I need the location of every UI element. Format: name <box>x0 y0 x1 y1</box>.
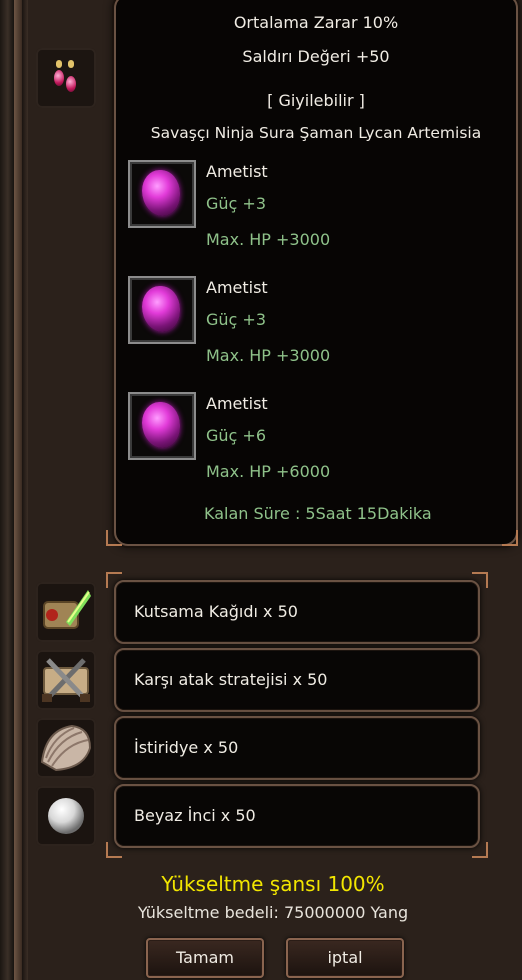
material-row: Beyaz İnci x 50 <box>36 784 486 848</box>
cancel-button[interactable]: iptal <box>286 938 404 978</box>
material-row: Kutsama Kağıdı x 50 <box>36 580 486 644</box>
classes-text: Savaşçı Ninja Sura Şaman Lycan Artemisia <box>150 124 482 142</box>
material-box: Karşı atak stratejisi x 50 <box>114 648 480 712</box>
stone-stat-2: Max. HP +3000 <box>206 230 331 249</box>
bonus-item: Ametist Güç +3 Max. HP +3000 <box>126 272 506 388</box>
frame-ornament <box>472 572 488 588</box>
stone-stat-1: Güç +3 <box>206 310 267 329</box>
white-pearl-icon[interactable] <box>36 786 96 846</box>
blessing-scroll-icon[interactable] <box>36 582 96 642</box>
stone-name: Ametist <box>206 162 268 181</box>
material-box: İstiridye x 50 <box>114 716 480 780</box>
material-box: Beyaz İnci x 50 <box>114 784 480 848</box>
material-label: İstiridye x 50 <box>134 738 239 757</box>
stone-stat-1: Güç +6 <box>206 426 267 445</box>
stone-slot[interactable] <box>128 160 196 228</box>
stone-stat-2: Max. HP +6000 <box>206 462 331 481</box>
frame-ornament <box>472 842 488 858</box>
remaining-time-text: Kalan Süre : 5Saat 15Dakika <box>204 504 432 523</box>
stone-name: Ametist <box>206 278 268 297</box>
background-left <box>0 0 15 980</box>
ok-button[interactable]: Tamam <box>146 938 264 978</box>
amethyst-stone-icon <box>142 402 180 448</box>
average-damage-text: Ortalama Zarar 10% <box>233 13 399 32</box>
amethyst-stone-icon <box>142 170 180 216</box>
bonus-item: Ametist Güç +3 Max. HP +3000 <box>126 156 506 272</box>
stone-slot[interactable] <box>128 392 196 460</box>
frame-ornament <box>106 572 122 588</box>
crossed-swords-scroll-icon[interactable] <box>36 650 96 710</box>
window-left-border <box>14 0 22 980</box>
frame-ornament <box>106 530 122 546</box>
oyster-shell-icon[interactable] <box>36 718 96 778</box>
item-slot[interactable] <box>36 48 96 108</box>
amethyst-stone-icon <box>142 286 180 332</box>
material-row: İstiridye x 50 <box>36 716 486 780</box>
frame-ornament <box>106 842 122 858</box>
material-label: Kutsama Kağıdı x 50 <box>134 602 298 621</box>
stone-stat-1: Güç +3 <box>206 194 267 213</box>
material-box: Kutsama Kağıdı x 50 <box>114 580 480 644</box>
stone-slot[interactable] <box>128 276 196 344</box>
item-tooltip: Ortalama Zarar 10% Saldırı Değeri +50 [ … <box>114 0 518 546</box>
material-label: Beyaz İnci x 50 <box>134 806 256 825</box>
bonus-list: Ametist Güç +3 Max. HP +3000 Ametist Güç… <box>126 156 506 504</box>
material-row: Karşı atak stratejisi x 50 <box>36 648 486 712</box>
bonus-item: Ametist Güç +6 Max. HP +6000 <box>126 388 506 504</box>
attack-value-text: Saldırı Değeri +50 <box>242 47 390 66</box>
upgrade-chance-text: Yükseltme şansı 100% <box>161 872 385 896</box>
wearable-text: [ Giyilebilir ] <box>267 91 365 110</box>
frame-ornament <box>502 530 518 546</box>
stone-name: Ametist <box>206 394 268 413</box>
stone-stat-2: Max. HP +3000 <box>206 346 331 365</box>
upgrade-cost-text: Yükseltme bedeli: 75000000 Yang <box>137 903 409 922</box>
material-label: Karşı atak stratejisi x 50 <box>134 670 328 689</box>
